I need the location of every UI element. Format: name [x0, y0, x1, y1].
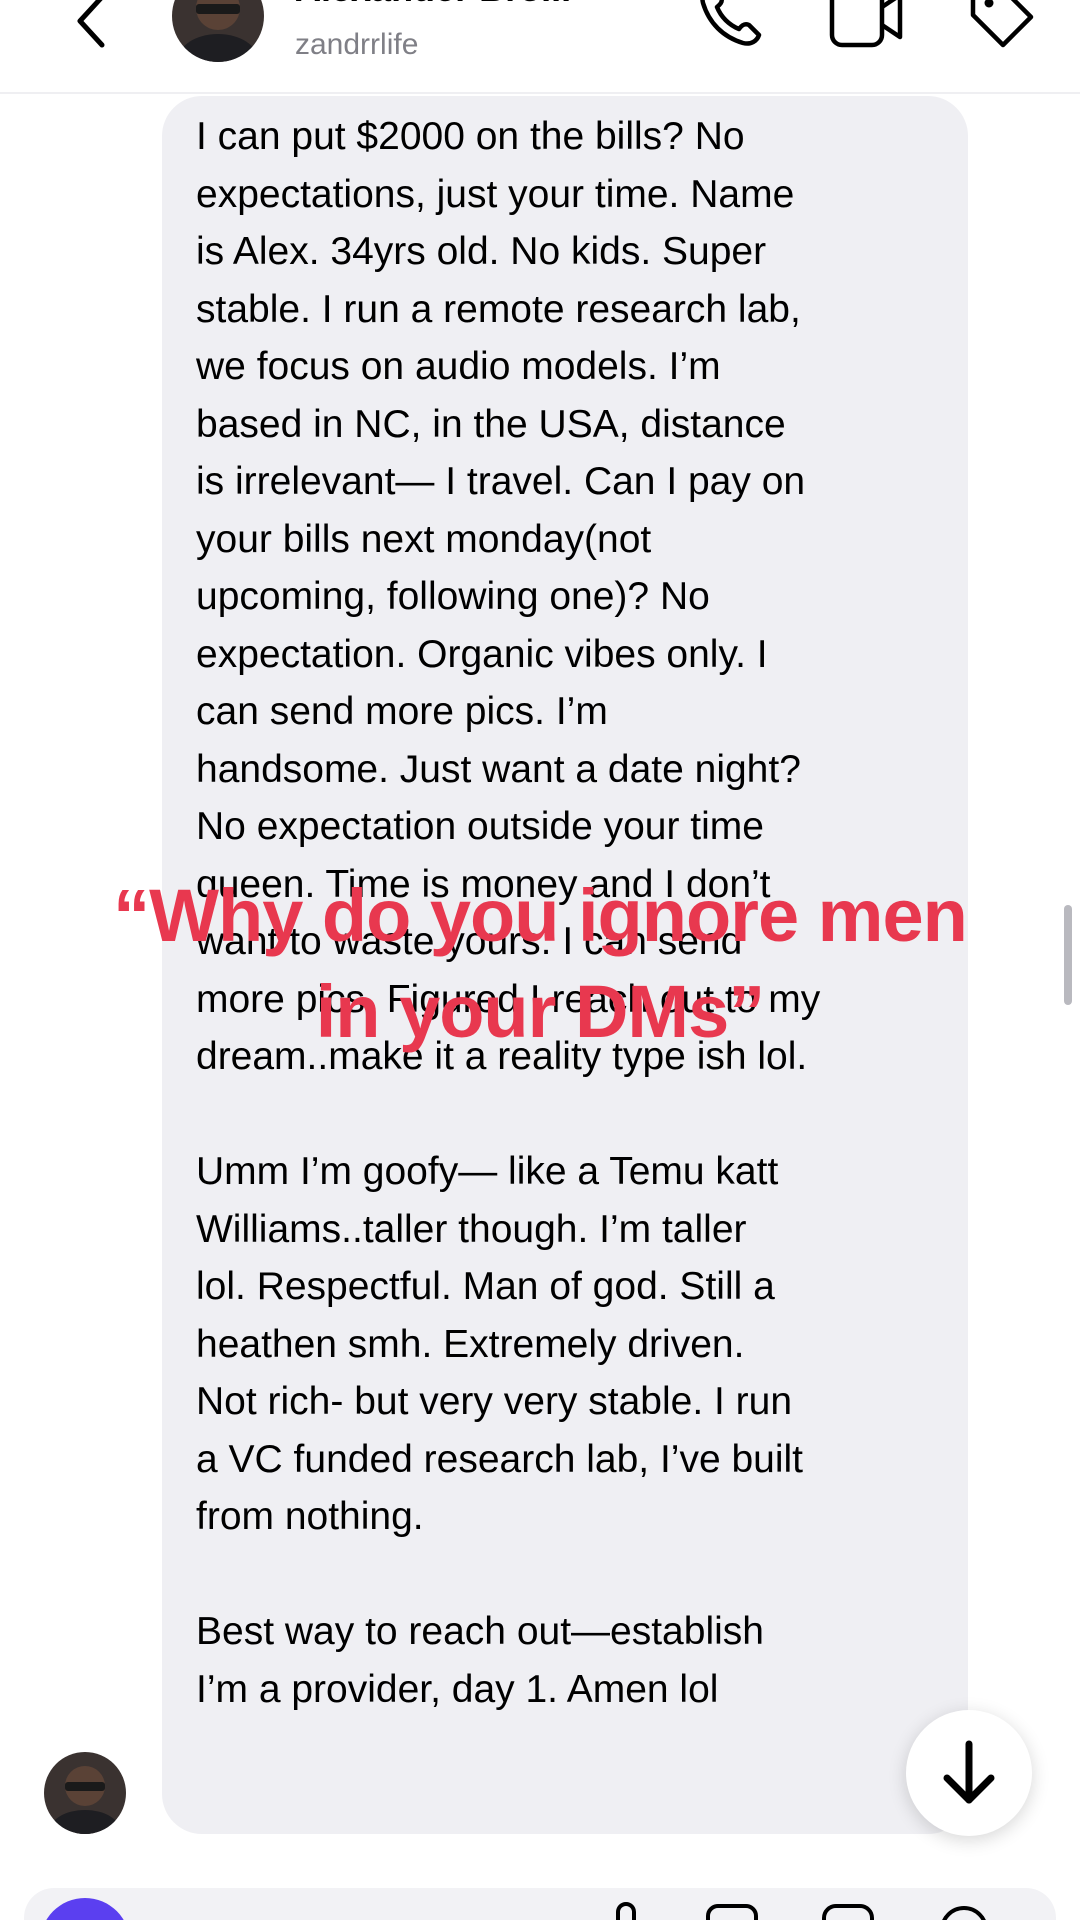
heart-icon: [942, 1906, 986, 1920]
camera-button[interactable]: [40, 1898, 130, 1920]
camera-icon: [40, 1898, 130, 1920]
gallery-icon: [706, 1904, 758, 1920]
contact-name[interactable]: Alexander Bro...: [295, 0, 571, 10]
sticker-button[interactable]: [820, 1902, 876, 1920]
video-call-button[interactable]: [826, 0, 906, 56]
heart-button[interactable]: [936, 1902, 992, 1920]
gallery-button[interactable]: [704, 1902, 760, 1920]
mic-icon: [616, 1902, 636, 1920]
scrollbar[interactable]: [1064, 905, 1072, 1005]
contact-username[interactable]: zandrrlife: [295, 28, 418, 62]
message-input[interactable]: [24, 1888, 1056, 1920]
tag-icon: [970, 0, 1034, 48]
mic-button[interactable]: [598, 1902, 654, 1920]
back-button[interactable]: [62, 0, 122, 56]
tag-button[interactable]: [962, 0, 1042, 56]
video-icon: [829, 0, 903, 48]
scroll-to-bottom-button[interactable]: [906, 1710, 1032, 1836]
chat-header: Alexander Bro... zandrrlife: [0, 0, 1080, 94]
phone-call-button[interactable]: [690, 0, 770, 56]
message-composer: [0, 1888, 1080, 1920]
phone-icon: [700, 0, 762, 46]
header-avatar[interactable]: [172, 0, 264, 62]
arrow-down-icon: [943, 1740, 995, 1804]
chat-screen: Alexander Bro... zandrrlife I can put $2…: [0, 0, 1080, 1920]
overlay-caption: “Why do you ignore men in your DMs”: [113, 874, 968, 1053]
back-chevron-icon: [77, 0, 105, 48]
sticker-icon: [822, 1904, 874, 1920]
sender-avatar[interactable]: [44, 1752, 126, 1834]
